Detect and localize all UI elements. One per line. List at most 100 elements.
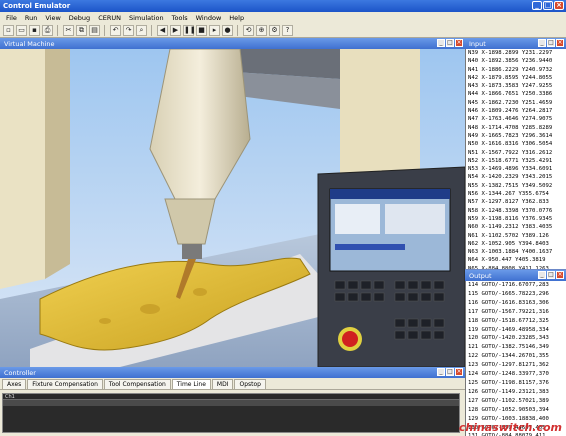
input-line[interactable]: N39 X-1898.2899 Y231.2297	[468, 49, 566, 57]
step-icon[interactable]: ▸	[209, 24, 220, 36]
redo-icon[interactable]: ↷	[123, 24, 134, 36]
input-title: Input	[469, 39, 486, 48]
output-line[interactable]: 126 GOTO/-1149.23121,383	[468, 388, 566, 397]
output-line[interactable]: 122 GOTO/-1344.26701,355	[468, 352, 566, 361]
input-line[interactable]: N44 X-1866.7651 Y250.3386	[468, 90, 566, 98]
record-icon[interactable]: ●	[222, 24, 233, 36]
menu-window[interactable]: Window	[192, 14, 226, 22]
input-line[interactable]: N46 X-1809.2476 Y264.2817	[468, 107, 566, 115]
output-line[interactable]: 115 GOTO/-1665.78223,296	[468, 290, 566, 299]
settings-icon[interactable]: ⚙	[269, 24, 280, 36]
minimize-button[interactable]: _	[437, 368, 445, 376]
input-line[interactable]: N45 X-1862.7230 Y251.4659	[468, 99, 566, 107]
find-icon[interactable]: ⌕	[136, 24, 147, 36]
minimize-button[interactable]: _	[538, 39, 546, 47]
timeline-track-area[interactable]: Ch1	[2, 393, 460, 433]
menu-simulation[interactable]: Simulation	[125, 14, 168, 22]
input-line[interactable]: N53 X-1469.4896 Y334.6091	[468, 165, 566, 173]
menu-run[interactable]: Run	[21, 14, 41, 22]
undo-icon[interactable]: ↶	[110, 24, 121, 36]
menu-file[interactable]: File	[2, 14, 21, 22]
copy-icon[interactable]: ⧉	[76, 24, 87, 36]
output-line[interactable]: 116 GOTO/-1616.83163,306	[468, 299, 566, 308]
tab-opstop[interactable]: Opstop	[234, 379, 266, 389]
output-line[interactable]: 125 GOTO/-1198.81157,376	[468, 379, 566, 388]
play-icon[interactable]: ▶	[170, 24, 181, 36]
output-line[interactable]: 123 GOTO/-1297.81271,362	[468, 361, 566, 370]
input-line[interactable]: N57 X-1297.8127 Y362.833	[468, 198, 566, 206]
input-line[interactable]: N56 X-1344.267 Y355.6754	[468, 190, 566, 198]
close-button[interactable]: ×	[455, 39, 463, 47]
close-button[interactable]: ×	[556, 39, 564, 47]
output-line[interactable]: 119 GOTO/-1469.48958,334	[468, 326, 566, 335]
input-line[interactable]: N62 X-1052.905 Y394.8403	[468, 240, 566, 248]
input-line[interactable]: N42 X-1879.8595 Y244.8055	[468, 74, 566, 82]
minimize-button[interactable]: _	[532, 1, 542, 10]
output-line[interactable]: 120 GOTO/-1420.23285,343	[468, 334, 566, 343]
watermark: chinaswitch.com	[458, 421, 562, 434]
pause-icon[interactable]: ❚❚	[183, 24, 196, 36]
input-code-list[interactable]: N39 X-1898.2899 Y231.2297 N40 X-1892.3856…	[465, 49, 566, 269]
close-button[interactable]: ×	[554, 1, 564, 10]
input-line[interactable]: N50 X-1616.8316 Y306.5054	[468, 140, 566, 148]
input-line[interactable]: N43 X-1873.3583 Y247.9255	[468, 82, 566, 90]
menu-tools[interactable]: Tools	[168, 14, 192, 22]
input-line[interactable]: N64 X-950.447 Y405.3819	[468, 256, 566, 264]
minimize-button[interactable]: _	[437, 39, 445, 47]
output-code-list[interactable]: 114 GOTO/-1716.67077,283 115 GOTO/-1665.7…	[465, 281, 566, 436]
output-line[interactable]: 128 GOTO/-1052.90503,394	[468, 406, 566, 415]
maximize-button[interactable]: □	[547, 39, 555, 47]
output-line[interactable]: 124 GOTO/-1248.33977,370	[468, 370, 566, 379]
zoom-icon[interactable]: ⊕	[256, 24, 267, 36]
tab-time-line[interactable]: Time Line	[171, 379, 211, 389]
tab-axes[interactable]: Axes	[2, 379, 27, 389]
maximize-button[interactable]: □	[547, 271, 555, 279]
input-line[interactable]: N47 X-1763.4646 Y274.9075	[468, 115, 566, 123]
input-line[interactable]: N49 X-1665.7823 Y296.3614	[468, 132, 566, 140]
paste-icon[interactable]: ▤	[89, 24, 100, 36]
menu-help[interactable]: Help	[225, 14, 248, 22]
output-line[interactable]: 114 GOTO/-1716.67077,283	[468, 281, 566, 290]
panel-controls: _ □ ×	[538, 271, 564, 279]
input-line[interactable]: N65 X-884.8808 Y411.1263	[468, 265, 566, 269]
timeline-track[interactable]	[3, 399, 459, 406]
input-line[interactable]: N54 X-1420.2329 Y343.2015	[468, 173, 566, 181]
close-button[interactable]: ×	[556, 271, 564, 279]
stop-icon[interactable]: ■	[196, 24, 207, 36]
input-line[interactable]: N55 X-1382.7515 Y349.5092	[468, 182, 566, 190]
output-line[interactable]: 117 GOTO/-1567.79221,316	[468, 308, 566, 317]
menu-cerun[interactable]: CERUN	[94, 14, 125, 22]
tab-fixture-compensation[interactable]: Fixture Compensation	[27, 379, 103, 389]
input-line[interactable]: N59 X-1198.8116 Y376.9345	[468, 215, 566, 223]
rewind-icon[interactable]: ◀	[157, 24, 168, 36]
maximize-button[interactable]: □	[446, 39, 454, 47]
help-icon[interactable]: ?	[282, 24, 293, 36]
machine-viewport[interactable]	[0, 49, 465, 367]
cut-icon[interactable]: ✂	[63, 24, 74, 36]
output-line[interactable]: 127 GOTO/-1102.57021,389	[468, 397, 566, 406]
input-line[interactable]: N40 X-1892.3856 Y236.9440	[468, 57, 566, 65]
close-button[interactable]: ×	[455, 368, 463, 376]
input-line[interactable]: N63 X-1003.1884 Y400.1637	[468, 248, 566, 256]
menu-debug[interactable]: Debug	[65, 14, 94, 22]
print-icon[interactable]: ⎙	[42, 24, 53, 36]
maximize-button[interactable]: □	[446, 368, 454, 376]
input-line[interactable]: N61 X-1102.5702 Y389.126	[468, 232, 566, 240]
output-line[interactable]: 121 GOTO/-1382.75146,349	[468, 343, 566, 352]
minimize-button[interactable]: _	[538, 271, 546, 279]
input-line[interactable]: N51 X-1567.7922 Y316.2612	[468, 149, 566, 157]
menu-view[interactable]: View	[41, 14, 64, 22]
input-line[interactable]: N41 X-1886.2229 Y240.9732	[468, 66, 566, 74]
reset-icon[interactable]: ⟲	[243, 24, 254, 36]
output-line[interactable]: 118 GOTO/-1518.67712,325	[468, 317, 566, 326]
input-line[interactable]: N52 X-1518.6771 Y325.4291	[468, 157, 566, 165]
input-line[interactable]: N48 X-1714.4708 Y285.8289	[468, 124, 566, 132]
save-icon[interactable]: ▪	[29, 24, 40, 36]
tab-tool-compensation[interactable]: Tool Compensation	[103, 379, 171, 389]
tab-mdi[interactable]: MDI	[211, 379, 234, 389]
open-icon[interactable]: ▭	[16, 24, 27, 36]
input-line[interactable]: N60 X-1149.2312 Y383.4035	[468, 223, 566, 231]
maximize-button[interactable]: □	[543, 1, 553, 10]
input-line[interactable]: N58 X-1248.3398 Y370.0776	[468, 207, 566, 215]
new-icon[interactable]: ▫	[3, 24, 14, 36]
